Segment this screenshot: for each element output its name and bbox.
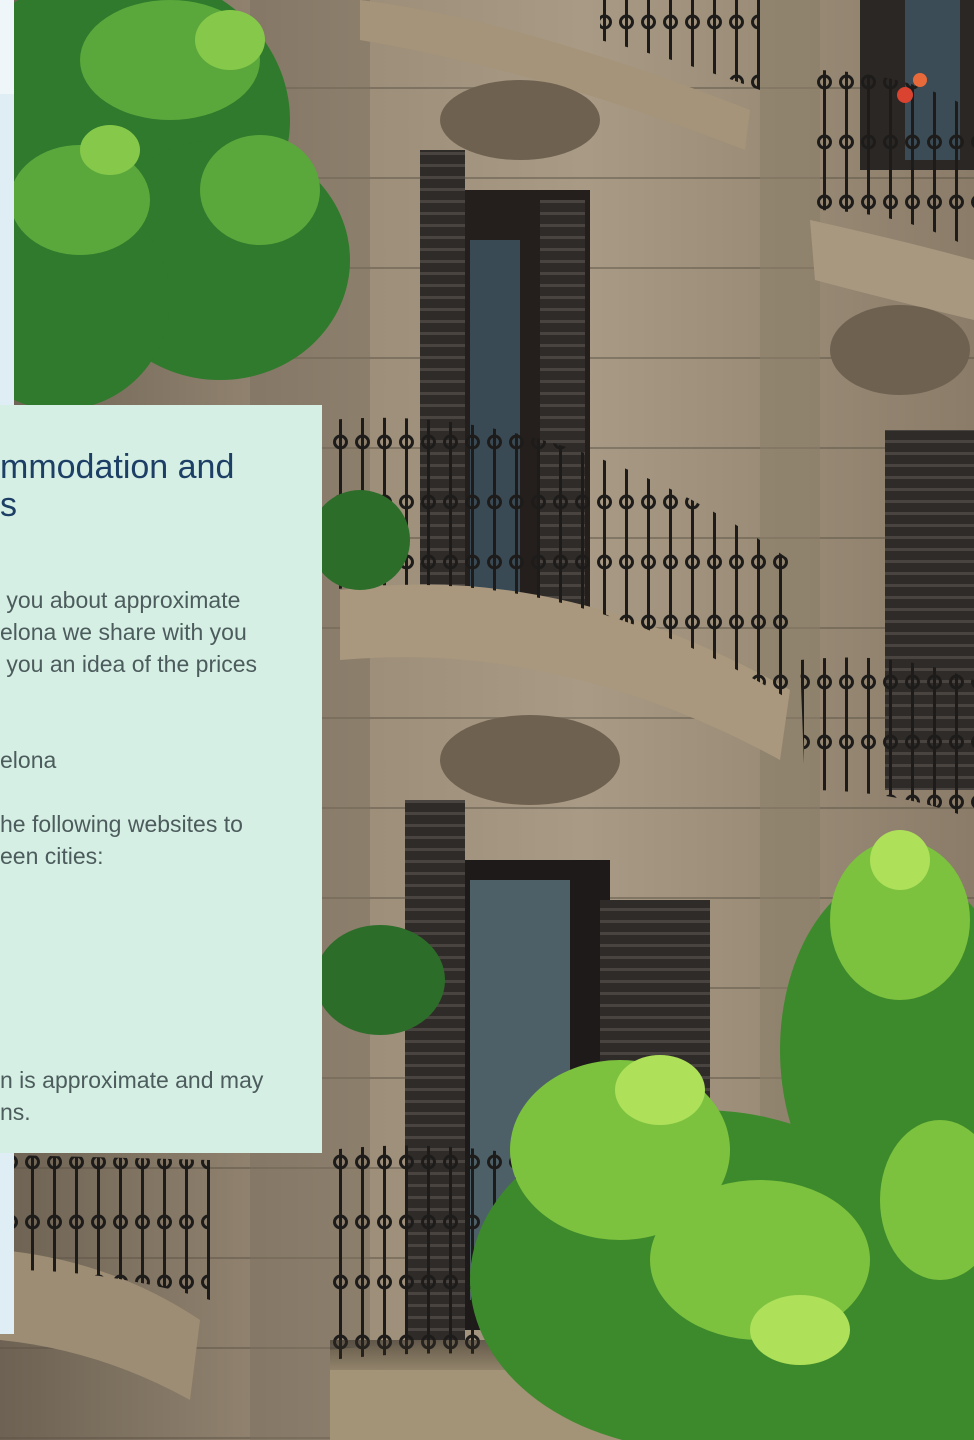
card-title: mmodation and s <box>0 448 235 524</box>
card-paragraph-websites: he following websites to een cities: <box>0 811 243 869</box>
left-panel-edge-top <box>0 0 14 94</box>
card-disclaimer-note: n is approximate and may ns. <box>0 1067 264 1125</box>
card-paragraph-intro: you about approximate elona we share wit… <box>0 587 257 677</box>
card-paragraph-city: elona <box>0 747 57 773</box>
